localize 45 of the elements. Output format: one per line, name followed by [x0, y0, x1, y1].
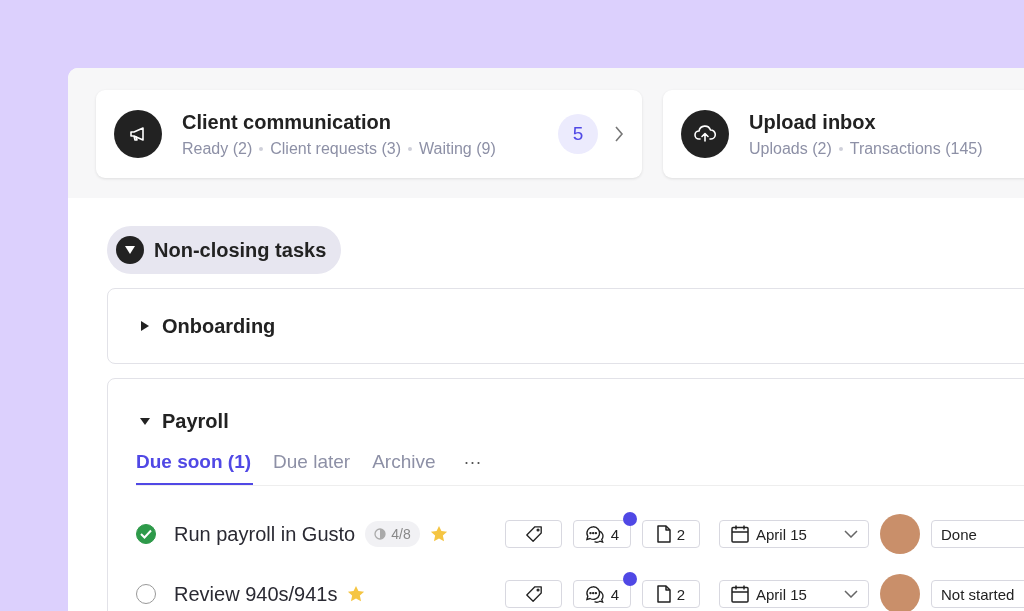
cloud-upload-icon	[694, 124, 716, 144]
avatar[interactable]	[880, 574, 920, 611]
due-date-dropdown[interactable]: April 15	[719, 520, 869, 548]
calendar-icon	[730, 524, 750, 544]
separator-dot	[838, 146, 843, 151]
comments-button[interactable]: 4	[573, 580, 631, 608]
summary-card[interactable]: Client communication Ready (2) Client requests (3) Waiting (9) 5	[96, 90, 642, 178]
files-button[interactable]: 2	[642, 580, 700, 608]
tag-button[interactable]	[505, 520, 562, 548]
tag-button[interactable]	[505, 580, 562, 608]
tab[interactable]: Due soon (1)	[136, 451, 254, 485]
count-badge: 5	[558, 114, 598, 154]
chevron-down-icon	[844, 590, 858, 598]
task-title[interactable]: Run payroll in Gusto	[174, 522, 356, 546]
chat-bubbles-icon	[584, 525, 605, 543]
section-toggle[interactable]: Non-closing tasks	[107, 226, 342, 274]
star-icon[interactable]	[429, 525, 448, 543]
separator-dot	[407, 146, 412, 151]
files-button[interactable]: 2	[642, 520, 700, 548]
chat-bubbles-icon	[584, 585, 605, 603]
calendar-icon	[730, 584, 750, 604]
tag-icon	[524, 585, 543, 603]
tag-icon	[524, 525, 543, 543]
caret-icon	[140, 321, 150, 331]
card-title: Upload inbox	[749, 110, 877, 134]
group-toggle[interactable]: Onboarding	[136, 289, 276, 363]
due-date-dropdown[interactable]: April 15	[719, 580, 869, 608]
progress-badge: 4/8	[365, 521, 420, 547]
chevron-down-icon	[844, 530, 858, 538]
document-icon	[656, 525, 671, 543]
more-button[interactable]: ···	[457, 452, 482, 485]
star-icon[interactable]	[347, 585, 366, 603]
checkmark-icon	[140, 529, 152, 539]
status-dropdown[interactable]: Not started	[931, 580, 1024, 608]
separator-dot	[259, 146, 264, 151]
card-title: Client communication	[182, 110, 392, 134]
chevron-right-icon[interactable]	[614, 125, 624, 143]
task-checkbox[interactable]	[136, 524, 156, 544]
caret-icon	[140, 416, 150, 426]
avatar[interactable]	[880, 514, 920, 554]
comments-button[interactable]: 4	[573, 520, 631, 548]
document-icon	[656, 585, 671, 603]
status-dropdown[interactable]: Done	[931, 520, 1024, 548]
task-title[interactable]: Review 940s/941s	[174, 582, 338, 606]
collapse-icon	[116, 236, 144, 264]
